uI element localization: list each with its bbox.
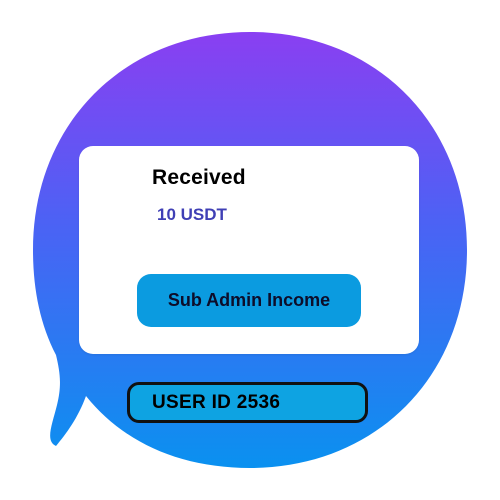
amount-value: 10 USDT — [157, 205, 227, 224]
chat-bubble-graphic: Received 10 USDT Sub Admin Income USER I… — [0, 0, 500, 500]
received-title: Received — [152, 166, 246, 189]
sub-admin-income-button[interactable]: Sub Admin Income — [137, 274, 361, 327]
received-card: Received 10 USDT Sub Admin Income — [79, 146, 419, 354]
user-id-label: USER ID 2536 — [152, 391, 281, 413]
user-id-badge: USER ID 2536 — [127, 382, 368, 423]
